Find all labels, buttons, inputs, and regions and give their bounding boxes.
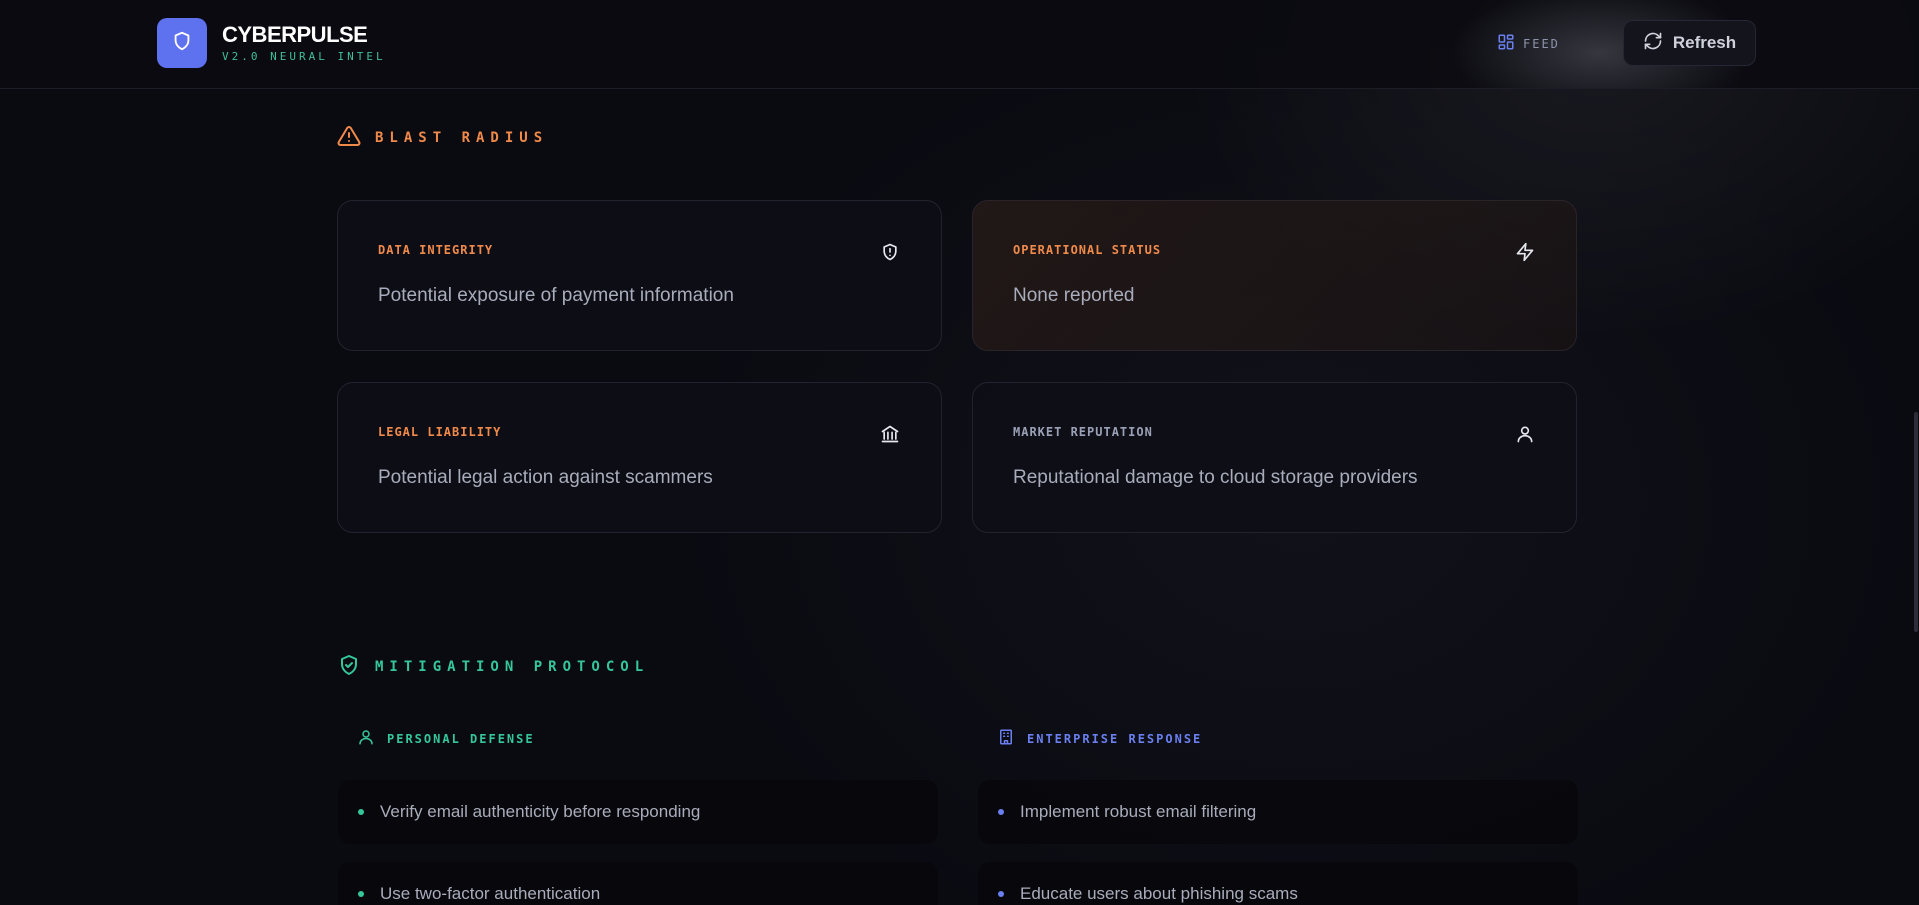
card-text: None reported <box>1013 285 1135 306</box>
blast-radius-title: BLAST RADIUS <box>337 124 548 152</box>
mitigation-title-text: MITIGATION PROTOCOL <box>375 659 650 675</box>
logo[interactable] <box>157 18 207 68</box>
bullet-dot <box>998 891 1004 897</box>
feed-link[interactable]: FEED <box>1497 33 1560 54</box>
card-label: OPERATIONAL STATUS <box>1013 243 1162 257</box>
card-operational-status: OPERATIONAL STATUS None reported <box>972 200 1577 351</box>
list-item: Use two-factor authentication <box>338 862 938 905</box>
enterprise-response-heading: ENTERPRISE RESPONSE <box>997 728 1202 749</box>
bullet-dot <box>998 809 1004 815</box>
list-item: Educate users about phishing scams <box>978 862 1578 905</box>
list-item: Verify email authenticity before respond… <box>338 780 938 844</box>
card-market-reputation: MARKET REPUTATION Reputational damage to… <box>972 382 1577 533</box>
building-icon <box>997 728 1015 749</box>
card-text: Reputational damage to cloud storage pro… <box>1013 467 1418 488</box>
shield-check-icon <box>337 653 361 681</box>
personal-defense-heading: PERSONAL DEFENSE <box>357 728 535 749</box>
refresh-icon <box>1643 31 1663 56</box>
scrollbar-thumb[interactable] <box>1914 412 1918 632</box>
mitigation-protocol-title: MITIGATION PROTOCOL <box>337 653 649 681</box>
card-label: LEGAL LIABILITY <box>378 425 502 439</box>
list-item-text: Verify email authenticity before respond… <box>380 802 701 821</box>
enterprise-response-title: ENTERPRISE RESPONSE <box>1027 731 1203 746</box>
brand-subtitle: V2.0 NEURAL INTEL <box>222 50 386 63</box>
user-icon <box>1514 423 1536 445</box>
brand-title: CYBERPULSE <box>222 22 368 47</box>
list-item-text: Educate users about phishing scams <box>1020 884 1298 903</box>
shield-icon <box>171 30 193 57</box>
user-icon <box>357 728 375 749</box>
card-label: MARKET REPUTATION <box>1013 425 1153 439</box>
card-legal-liability: LEGAL LIABILITY Potential legal action a… <box>337 382 942 533</box>
list-item: Implement robust email filtering <box>978 780 1578 844</box>
blast-radius-title-text: BLAST RADIUS <box>375 130 549 146</box>
personal-defense-title: PERSONAL DEFENSE <box>387 731 535 746</box>
card-data-integrity: DATA INTEGRITY Potential exposure of pay… <box>337 200 942 351</box>
card-label: DATA INTEGRITY <box>378 243 494 257</box>
bullet-dot <box>358 891 364 897</box>
bullet-dot <box>358 809 364 815</box>
card-text: Potential legal action against scammers <box>378 467 713 488</box>
page: CYBERPULSE V2.0 NEURAL INTEL FEED Refres… <box>0 0 1919 905</box>
lightning-icon <box>1514 241 1536 263</box>
shield-alert-icon <box>879 241 901 263</box>
bank-icon <box>879 423 901 445</box>
card-text: Potential exposure of payment informatio… <box>378 285 734 306</box>
list-item-text: Implement robust email filtering <box>1020 802 1257 821</box>
warning-triangle-icon <box>337 124 361 152</box>
list-item-text: Use two-factor authentication <box>380 884 601 903</box>
refresh-label: Refresh <box>1672 33 1737 52</box>
grid-icon <box>1497 33 1515 54</box>
refresh-button[interactable]: Refresh <box>1623 20 1756 66</box>
feed-label: FEED <box>1523 36 1560 51</box>
top-header: CYBERPULSE V2.0 NEURAL INTEL FEED Refres… <box>0 0 1919 89</box>
